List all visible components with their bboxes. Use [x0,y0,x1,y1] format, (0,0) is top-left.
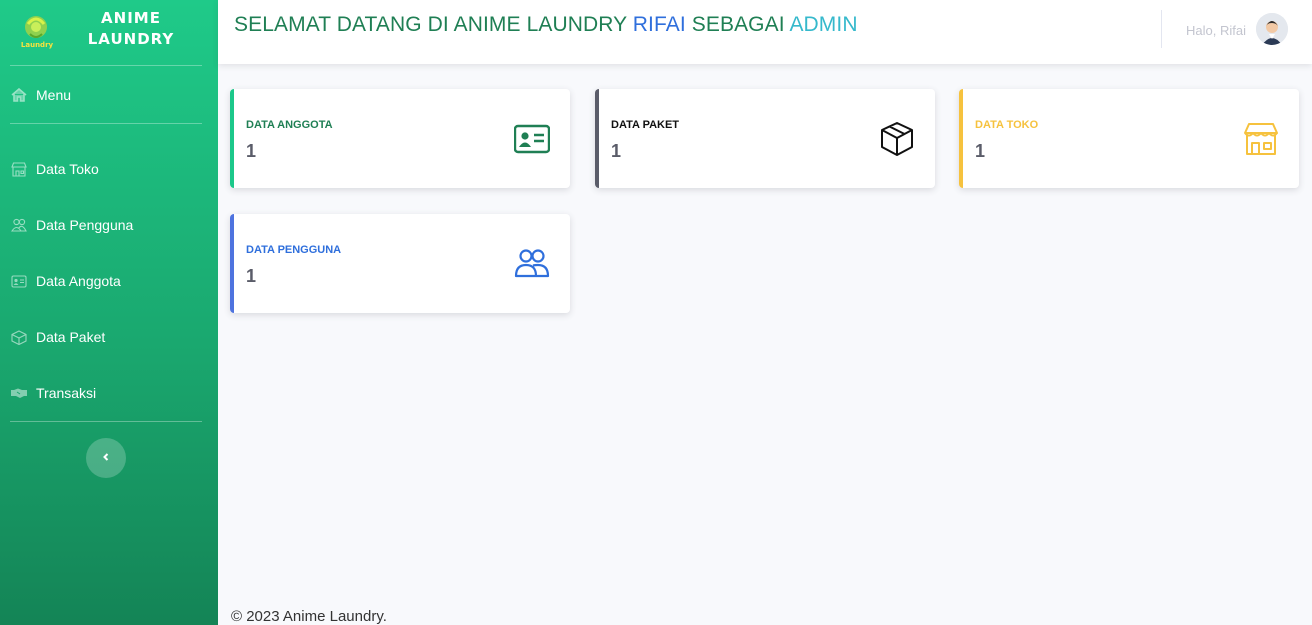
welcome-prefix: SELAMAT DATANG DI ANIME LAUNDRY [234,13,633,36]
card-accent [230,214,234,313]
card-data-pengguna[interactable]: DATA PENGGUNA 1 [230,214,570,313]
sidebar: Laundry ANIME LAUNDRY Menu Data Toko Dat… [0,0,218,625]
sidebar-item-label: Transaksi [36,385,97,401]
home-icon [10,87,28,103]
users-icon [514,246,550,282]
welcome-mid: SEBAGAI [685,13,790,36]
topbar-divider [1161,10,1162,48]
footer-copyright: © 2023 Anime Laundry. [231,608,387,625]
handshake-icon [10,385,28,401]
welcome-role: ADMIN [789,13,858,36]
sidebar-brand[interactable]: Laundry ANIME LAUNDRY [0,0,218,64]
card-accent [595,89,599,188]
avatar[interactable] [1256,13,1288,45]
card-value: 1 [246,266,257,286]
sidebar-item-transaksi[interactable]: Transaksi [10,379,202,407]
sidebar-item-label: Data Toko [36,161,99,177]
users-icon [10,217,28,233]
brand-line-1: ANIME [101,9,161,27]
sidebar-divider [10,123,202,124]
box-icon [10,329,28,345]
store-icon [10,161,28,177]
user-greeting[interactable]: Halo, Rifai [1186,23,1246,38]
sidebar-item-label: Data Paket [36,329,106,345]
card-title: DATA PENGGUNA [246,244,342,256]
card-accent [959,89,963,188]
sidebar-divider [10,421,202,422]
card-value: 1 [246,141,257,161]
sidebar-item-data-pengguna[interactable]: Data Pengguna [10,211,202,239]
brand-line-2: LAUNDRY [87,30,175,48]
card-data-toko[interactable]: DATA TOKO 1 [959,89,1299,188]
card-title: DATA PAKET [611,119,680,131]
card-title: DATA ANGGOTA [246,119,333,131]
id-card-icon [10,273,28,289]
sidebar-item-label: Data Pengguna [36,217,134,233]
card-data-paket[interactable]: DATA PAKET 1 [595,89,935,188]
brand-title: ANIME LAUNDRY [80,8,182,50]
chevron-left-icon [101,449,111,467]
sidebar-toggle-button[interactable] [86,438,126,478]
topbar: SELAMAT DATANG DI ANIME LAUNDRY RIFAI SE… [218,0,1312,64]
laundry-logo-icon: Laundry [17,10,57,50]
sidebar-item-data-paket[interactable]: Data Paket [10,323,202,351]
sidebar-item-label: Menu [36,87,72,103]
welcome-user-name: RIFAI [632,13,686,36]
card-value: 1 [611,141,622,161]
sidebar-item-label: Data Anggota [36,273,121,289]
sidebar-item-data-anggota[interactable]: Data Anggota [10,267,202,295]
sidebar-item-data-toko[interactable]: Data Toko [10,155,202,183]
welcome-heading: SELAMAT DATANG DI ANIME LAUNDRY RIFAI SE… [234,13,858,37]
logo-text: Laundry [21,41,54,49]
store-icon [1243,121,1279,157]
id-card-icon [513,121,551,157]
box-icon [879,121,915,157]
card-value: 1 [975,141,986,161]
card-accent [230,89,234,188]
card-title: DATA TOKO [975,119,1039,131]
card-data-anggota[interactable]: DATA ANGGOTA 1 [230,89,570,188]
sidebar-divider [10,65,202,66]
sidebar-item-menu[interactable]: Menu [10,81,202,109]
